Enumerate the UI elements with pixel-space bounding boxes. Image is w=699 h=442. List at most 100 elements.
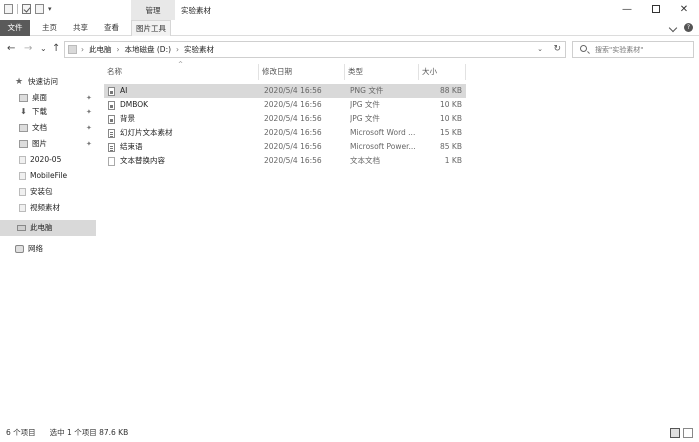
image-file-icon — [108, 114, 115, 124]
file-type: JPG 文件 — [350, 100, 380, 109]
back-button[interactable]: ← — [7, 41, 15, 57]
ribbon-controls: ? — [668, 23, 693, 32]
breadcrumb-this-pc[interactable]: 此电脑 — [89, 42, 112, 57]
column-header-date[interactable]: 修改日期 — [259, 64, 345, 80]
file-size: 10 KB — [440, 100, 462, 109]
file-name-cell: AI — [108, 84, 258, 98]
file-name: 结束语 — [120, 142, 143, 151]
sidebar-item-downloads[interactable]: ⬇ 下载 — [19, 104, 96, 120]
sidebar-item-installers[interactable]: 安装包 — [19, 184, 96, 200]
file-type: JPG 文件 — [350, 114, 380, 123]
sidebar-item-label: 文档 — [32, 123, 47, 132]
window-title: 实验素材 — [181, 6, 211, 15]
word-file-icon — [108, 128, 115, 138]
sidebar-item-network[interactable]: 网络 — [0, 241, 96, 257]
tab-share[interactable]: 共享 — [73, 20, 88, 36]
pin-icon: ✦ — [86, 108, 92, 116]
file-size: 88 KB — [440, 86, 462, 95]
ribbon-tabs: 文件 主页 共享 查看 图片工具 ? — [0, 20, 699, 36]
breadcrumb-current-folder[interactable]: 实验素材 — [184, 42, 214, 57]
sidebar-item-label: 此电脑 — [30, 223, 53, 232]
breadcrumb-separator: › — [81, 45, 84, 54]
refresh-button[interactable]: ↻ — [553, 42, 561, 57]
sidebar-item-2020-05[interactable]: 2020-05 — [19, 152, 96, 168]
list-item[interactable]: 文本替换内容 2020/5/4 16:56 文本文档 1 KB — [104, 154, 466, 168]
tab-file[interactable]: 文件 — [0, 20, 30, 36]
image-file-icon — [108, 100, 115, 110]
context-tab-manage[interactable]: 管理 — [131, 0, 175, 20]
network-icon — [15, 245, 24, 253]
status-bar: 6 个项目 选中 1 个项目 87.6 KB — [0, 424, 699, 442]
sidebar-item-mobilefile[interactable]: MobileFile — [19, 168, 96, 184]
file-name: 背景 — [120, 114, 135, 123]
sidebar-item-pictures[interactable]: 图片 — [19, 136, 96, 152]
sidebar-item-label: 快速访问 — [28, 77, 58, 86]
file-name-cell: 文本替换内容 — [108, 154, 258, 168]
list-item[interactable]: 背景 2020/5/4 16:56 JPG 文件 10 KB — [104, 112, 466, 126]
maximize-button[interactable] — [641, 2, 671, 18]
sidebar-item-this-pc[interactable]: 此电脑 — [0, 220, 96, 236]
title-bar: ▾ 管理 实验素材 — ✕ — [0, 0, 699, 20]
pictures-icon — [19, 140, 28, 148]
file-name-cell: 结束语 — [108, 140, 258, 154]
details-view-icon[interactable] — [670, 428, 680, 438]
folder-icon — [19, 204, 26, 212]
search-icon — [580, 45, 587, 52]
pin-icon: ✦ — [86, 124, 92, 132]
tab-view[interactable]: 查看 — [104, 20, 119, 36]
list-item[interactable]: 幻灯片文本素材 2020/5/4 16:56 Microsoft Word ..… — [104, 126, 466, 140]
address-dropdown-icon[interactable]: ⌄ — [537, 43, 543, 56]
quick-access-toolbar: ▾ — [4, 4, 52, 14]
new-folder-icon[interactable] — [35, 4, 44, 14]
address-bar[interactable]: › 此电脑 › 本地磁盘 (D:) › 实验素材 ⌄ ↻ — [64, 41, 566, 58]
folder-icon — [19, 172, 26, 180]
tab-home[interactable]: 主页 — [42, 20, 57, 36]
desktop-icon — [19, 94, 28, 102]
list-item[interactable]: AI 2020/5/4 16:56 PNG 文件 88 KB — [104, 84, 466, 98]
column-header-type[interactable]: 类型 — [345, 64, 419, 80]
column-header-size[interactable]: 大小 — [419, 64, 466, 80]
view-switcher — [670, 428, 693, 438]
file-date: 2020/5/4 16:56 — [264, 114, 322, 123]
expand-ribbon-icon[interactable] — [668, 23, 678, 32]
breadcrumb-separator: › — [116, 45, 120, 54]
recent-locations-button[interactable]: ⌄ — [40, 41, 47, 57]
sidebar-item-label: 视频素材 — [30, 203, 60, 212]
tab-picture-tools[interactable]: 图片工具 — [131, 20, 171, 36]
documents-icon — [19, 124, 28, 132]
window-icon[interactable] — [4, 4, 13, 14]
navigation-pane: ★ 快速访问 桌面 ✦ ⬇ 下载 ✦ 文档 ✦ 图片 ✦ 2020-05 Mob… — [0, 62, 96, 422]
close-button[interactable]: ✕ — [669, 2, 699, 18]
text-file-icon — [108, 156, 115, 166]
sidebar-item-video-assets[interactable]: 视频素材 — [19, 200, 96, 216]
sidebar-item-documents[interactable]: 文档 — [19, 120, 96, 136]
navigation-bar: ← → ⌄ ↑ › 此电脑 › 本地磁盘 (D:) › 实验素材 ⌄ ↻ — [0, 37, 699, 61]
file-name: AI — [120, 86, 128, 95]
large-icons-view-icon[interactable] — [683, 428, 693, 438]
customize-toolbar-icon[interactable]: ▾ — [48, 5, 52, 13]
sidebar-item-quick-access[interactable]: ★ 快速访问 — [15, 74, 111, 90]
breadcrumb-separator: › — [176, 45, 180, 54]
file-type: PNG 文件 — [350, 86, 384, 95]
folder-icon — [19, 188, 26, 196]
computer-icon — [17, 225, 26, 231]
search-input[interactable] — [595, 43, 691, 56]
forward-button[interactable]: → — [24, 41, 32, 57]
file-name-cell: 背景 — [108, 112, 258, 126]
minimize-button[interactable]: — — [612, 2, 642, 18]
up-button[interactable]: ↑ — [52, 41, 60, 57]
list-item[interactable]: 结束语 2020/5/4 16:56 Microsoft Power... 85… — [104, 140, 466, 154]
breadcrumb-local-disk[interactable]: 本地磁盘 (D:) — [125, 42, 172, 57]
folder-icon — [68, 45, 77, 54]
help-icon[interactable]: ? — [684, 23, 693, 32]
column-header-name[interactable]: 名称 — [104, 64, 259, 80]
file-name: DMBOK — [120, 100, 149, 109]
file-date: 2020/5/4 16:56 — [264, 86, 322, 95]
search-box[interactable] — [572, 41, 694, 58]
file-date: 2020/5/4 16:56 — [264, 156, 322, 165]
download-icon: ⬇ — [20, 107, 27, 116]
properties-icon[interactable] — [22, 4, 31, 14]
file-name-cell: DMBOK — [108, 98, 258, 112]
list-item[interactable]: DMBOK 2020/5/4 16:56 JPG 文件 10 KB — [104, 98, 466, 112]
file-date: 2020/5/4 16:56 — [264, 100, 322, 109]
